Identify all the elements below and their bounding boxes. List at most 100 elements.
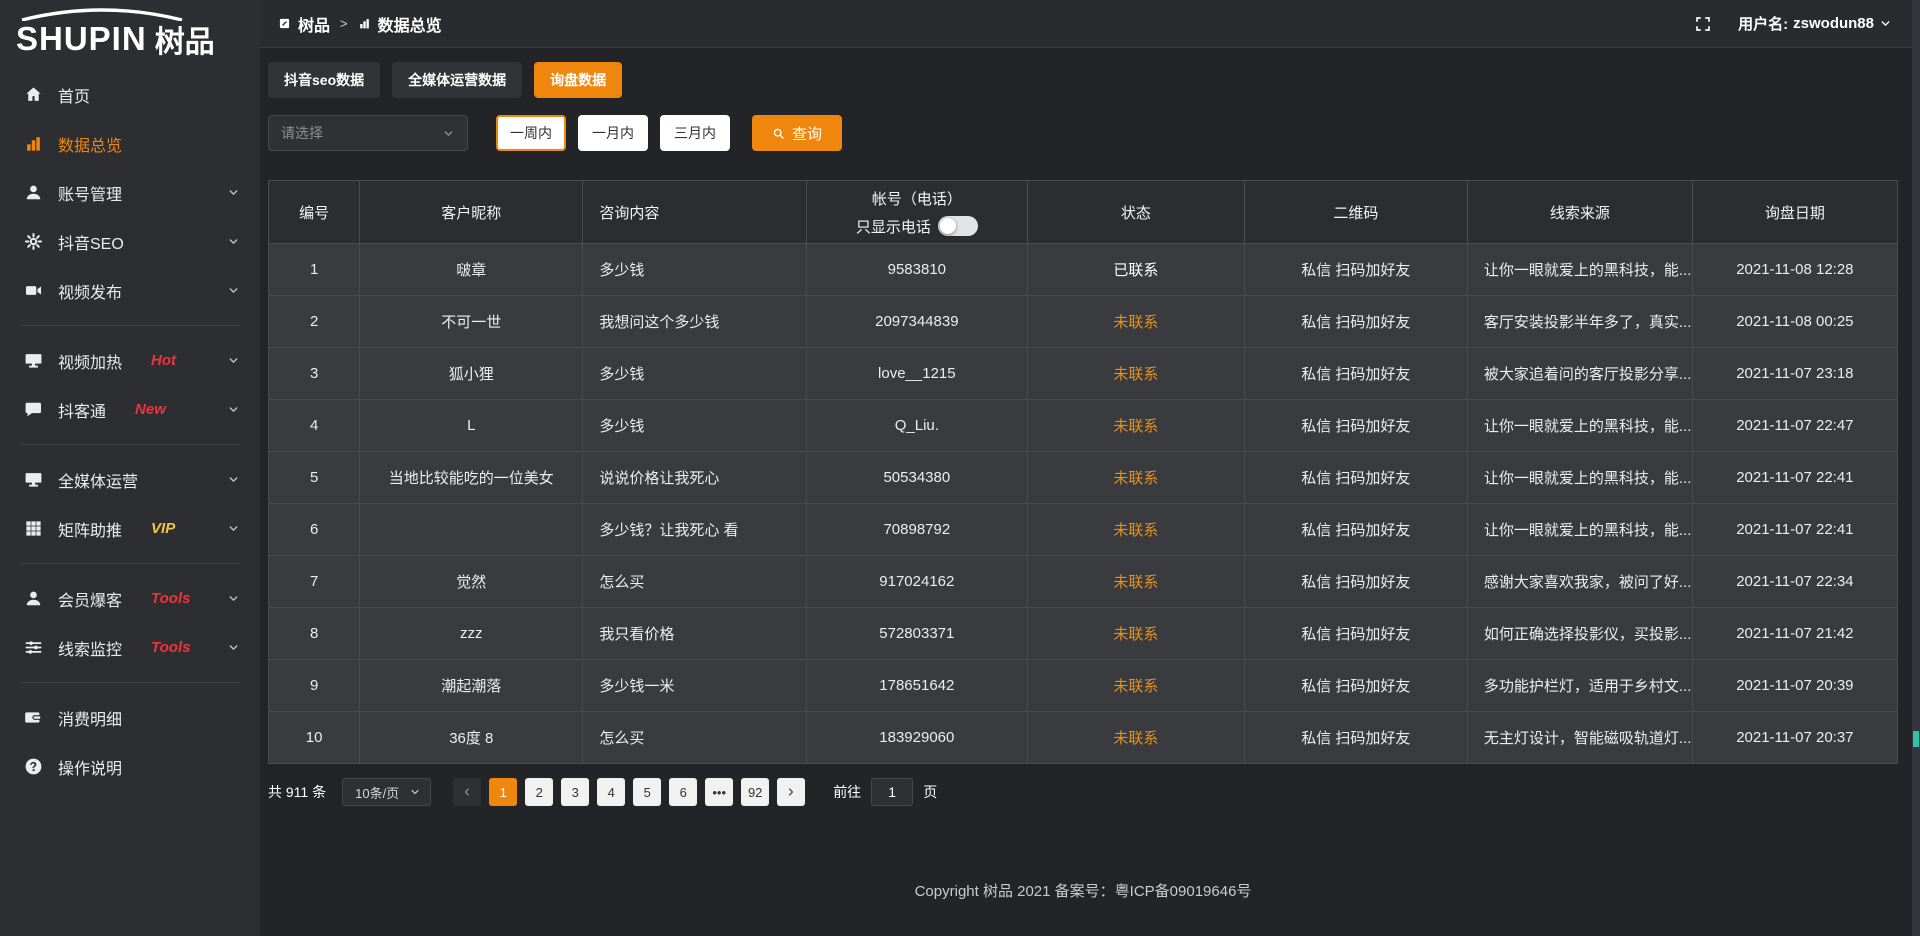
source-link[interactable]: 让你一眼就爱上的黑科技，能...: [1467, 452, 1692, 504]
sidebar-item-instructions[interactable]: 操作说明: [0, 742, 260, 791]
qrcode-action-link[interactable]: 私信 扫码加好友: [1244, 660, 1467, 712]
page-ellipsis-button[interactable]: •••: [705, 778, 733, 806]
source-link[interactable]: 感谢大家喜欢我家，被问了好...: [1467, 556, 1692, 608]
tab-omnimedia-data[interactable]: 全媒体运营数据: [392, 62, 522, 98]
sliders-icon: [24, 638, 43, 657]
select-placeholder: 请选择: [281, 123, 323, 143]
qrcode-action-link[interactable]: 私信 扫码加好友: [1244, 712, 1467, 764]
fullscreen-icon[interactable]: [1694, 15, 1712, 33]
sidebar-item-douketong[interactable]: 抖客通 New: [0, 385, 260, 434]
sidebar-item-label: 数据总览: [58, 132, 122, 156]
sidebar-item-video-publish[interactable]: 视频发布: [0, 266, 260, 315]
chevron-down-icon: [227, 235, 240, 248]
sidebar-item-consumption-details[interactable]: 消费明细: [0, 693, 260, 742]
qrcode-action-link[interactable]: 私信 扫码加好友: [1244, 296, 1467, 348]
qrcode-action-link[interactable]: 私信 扫码加好友: [1244, 504, 1467, 556]
qrcode-action-link[interactable]: 私信 扫码加好友: [1244, 556, 1467, 608]
table-row: 5 当地比较能吃的一位美女 说说价格让我死心 50534380 未联系 私信 扫…: [269, 452, 1898, 504]
sidebar-item-douyin-seo[interactable]: 抖音SEO: [0, 217, 260, 266]
top-bar: 树品 > 数据总览 用户名: zswodun88: [260, 0, 1920, 48]
sidebar-item-member-baoke[interactable]: 会员爆客 Tools: [0, 574, 260, 623]
query-button[interactable]: 查询: [752, 115, 842, 151]
new-badge: New: [135, 401, 166, 418]
qrcode-action-link[interactable]: 私信 扫码加好友: [1244, 400, 1467, 452]
qrcode-action-link[interactable]: 私信 扫码加好友: [1244, 608, 1467, 660]
breadcrumb-root[interactable]: 树品: [298, 12, 330, 36]
page-button-5[interactable]: 5: [633, 778, 661, 806]
cell-id: 1: [269, 244, 360, 296]
col-header-qrcode: 二维码: [1244, 181, 1467, 244]
next-page-button[interactable]: [777, 778, 805, 806]
chat-bubble-icon: [24, 400, 43, 419]
status-text: 未联系: [1028, 660, 1245, 712]
tab-inquiry-data[interactable]: 询盘数据: [534, 62, 622, 98]
prev-page-button[interactable]: [453, 778, 481, 806]
cell-nickname: 啵章: [360, 244, 583, 296]
sidebar-item-lead-monitoring[interactable]: 线索监控 Tools: [0, 623, 260, 672]
source-link[interactable]: 无主灯设计，智能磁吸轨道灯...: [1467, 712, 1692, 764]
sidebar-item-label: 抖音SEO: [58, 230, 124, 254]
table-row: 7 觉然 怎么买 917024162 未联系 私信 扫码加好友 感谢大家喜欢我家…: [269, 556, 1898, 608]
range-three-months-button[interactable]: 三月内: [660, 115, 730, 151]
table-row: 6 多少钱？让我死心 看 70898792 未联系 私信 扫码加好友 让你一眼就…: [269, 504, 1898, 556]
page-button-4[interactable]: 4: [597, 778, 625, 806]
source-link[interactable]: 被大家追着问的客厅投影分享...: [1467, 348, 1692, 400]
sidebar-item-label: 全媒体运营: [58, 468, 138, 492]
source-link[interactable]: 多功能护栏灯，适用于乡村文...: [1467, 660, 1692, 712]
cell-nickname: [360, 504, 583, 556]
status-text: 已联系: [1028, 244, 1245, 296]
qrcode-action-link[interactable]: 私信 扫码加好友: [1244, 348, 1467, 400]
account-header-title: 帐号（电话）: [807, 188, 1028, 209]
cell-id: 5: [269, 452, 360, 504]
bar-chart-icon: [24, 134, 43, 153]
chevron-down-icon: [227, 592, 240, 605]
chevron-down-icon: [227, 284, 240, 297]
goto-suffix: 页: [923, 782, 937, 802]
source-link[interactable]: 让你一眼就爱上的黑科技，能...: [1467, 400, 1692, 452]
cell-nickname: 潮起潮落: [360, 660, 583, 712]
range-week-button[interactable]: 一周内: [496, 115, 566, 151]
page-button-3[interactable]: 3: [561, 778, 589, 806]
col-header-account: 帐号（电话） 只显示电话: [806, 181, 1028, 244]
qrcode-action-link[interactable]: 私信 扫码加好友: [1244, 452, 1467, 504]
qrcode-action-link[interactable]: 私信 扫码加好友: [1244, 244, 1467, 296]
page-button-6[interactable]: 6: [669, 778, 697, 806]
cell-date: 2021-11-08 00:25: [1692, 296, 1897, 348]
chevron-down-icon: [227, 473, 240, 486]
phone-only-toggle[interactable]: [938, 216, 978, 236]
sidebar-item-home[interactable]: 首页: [0, 70, 260, 119]
page-button-2[interactable]: 2: [525, 778, 553, 806]
col-header-id: 编号: [269, 181, 360, 244]
source-link[interactable]: 让你一眼就爱上的黑科技，能...: [1467, 244, 1692, 296]
filter-select[interactable]: 请选择: [268, 115, 468, 151]
page-size-select[interactable]: 10条/页: [342, 778, 431, 806]
cell-date: 2021-11-07 22:47: [1692, 400, 1897, 452]
sidebar-item-data-overview[interactable]: 数据总览: [0, 119, 260, 168]
pagination: 共 911 条 10条/页 1 2 3 4 5 6 ••• 92 前往 页: [268, 778, 1898, 806]
sidebar-item-video-heating[interactable]: 视频加热 Hot: [0, 336, 260, 385]
goto-page-input[interactable]: [871, 778, 913, 806]
cell-account: 178651642: [806, 660, 1028, 712]
source-link[interactable]: 如何正确选择投影仪，买投影...: [1467, 608, 1692, 660]
range-month-button[interactable]: 一月内: [578, 115, 648, 151]
page-button-1[interactable]: 1: [489, 778, 517, 806]
grid-icon: [24, 519, 43, 538]
bar-chart-icon: [358, 17, 371, 30]
page-scrollbar[interactable]: [1912, 0, 1920, 936]
cell-account: 70898792: [806, 504, 1028, 556]
search-icon: [772, 127, 785, 140]
source-link[interactable]: 让你一眼就爱上的黑科技，能...: [1467, 504, 1692, 556]
page-size-value: 10条/页: [355, 783, 399, 802]
scrollbar-thumb[interactable]: [1913, 731, 1919, 747]
user-menu[interactable]: 用户名: zswodun88: [1738, 13, 1892, 34]
page-button-92[interactable]: 92: [741, 778, 769, 806]
goto-label: 前往: [833, 782, 861, 802]
sidebar-item-account-management[interactable]: 账号管理: [0, 168, 260, 217]
tools-badge: Tools: [151, 590, 190, 607]
sidebar-item-matrix-boost[interactable]: 矩阵助推 VIP: [0, 504, 260, 553]
tab-douyin-seo-data[interactable]: 抖音seo数据: [268, 62, 380, 98]
sidebar-item-omnimedia-operation[interactable]: 全媒体运营: [0, 455, 260, 504]
source-link[interactable]: 客厅安装投影半年多了，真实...: [1467, 296, 1692, 348]
chevron-right-icon: [785, 786, 797, 798]
sidebar-item-label: 矩阵助推: [58, 517, 122, 541]
